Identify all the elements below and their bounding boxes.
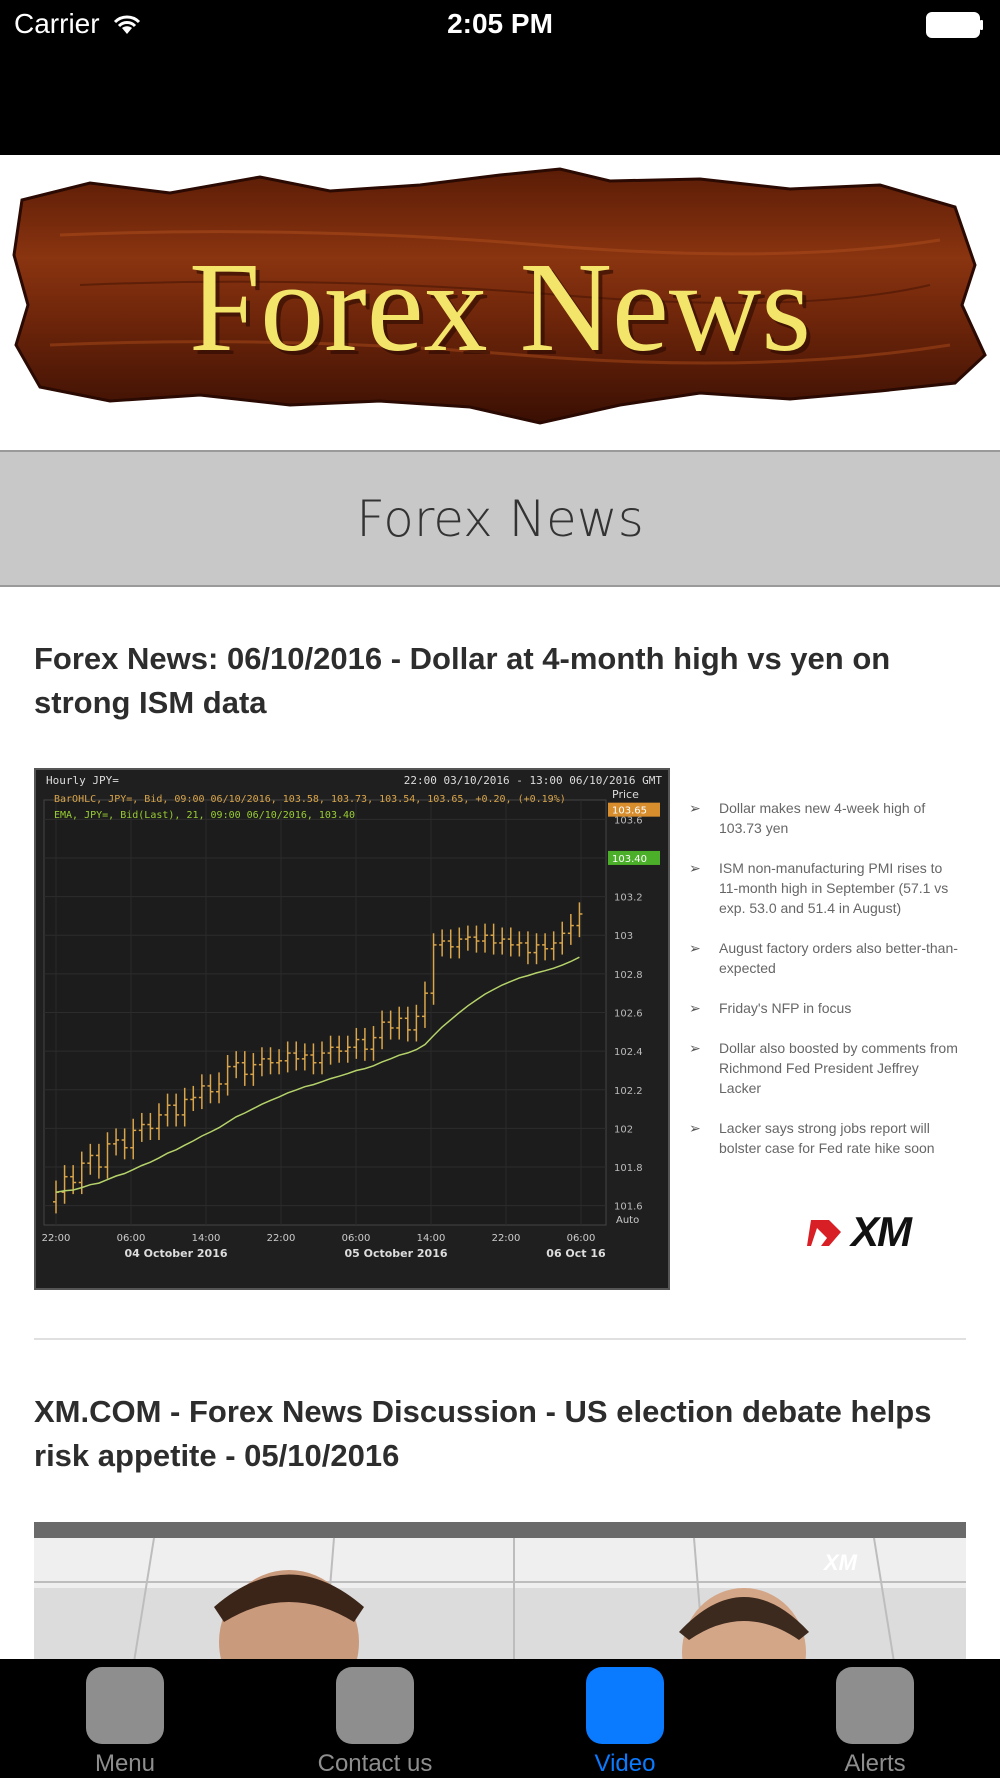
wooden-sign-logo: Forex News Forex News [12, 167, 987, 425]
y-tick-label: 103.6 [614, 815, 643, 826]
y-tick-label: 102.8 [614, 970, 643, 981]
jpy-chart-svg: 103.6103.4103.2103102.8102.6102.4102.210… [42, 788, 660, 1260]
chart-legend-ema: EMA, JPY=, Bid(Last), 21, 09:00 06/10/20… [54, 810, 356, 821]
section-header: Forex News [0, 450, 1000, 587]
bullet-item: Dollar also boosted by comments from Ric… [689, 1038, 959, 1098]
article-item[interactable]: XM.COM - Forex News Discussion - US elec… [34, 1390, 966, 1478]
chart-header-right: 22:00 03/10/2016 - 13:00 06/10/2016 GMT [403, 774, 662, 787]
tab-alerts[interactable]: Alerts [750, 1659, 1000, 1778]
article-thumbnail[interactable]: 103.6103.4103.2103102.8102.6102.4102.210… [34, 768, 966, 1290]
date-label: 05 October 2016 [344, 1247, 447, 1260]
x-tick-label: 06:00 [117, 1233, 146, 1244]
xm-mark-icon [807, 1220, 841, 1246]
banner-logo-text: Forex News [189, 236, 811, 378]
auto-scale-label: Auto [616, 1215, 639, 1226]
xm-logo: XM [807, 1208, 912, 1256]
tab-menu[interactable]: Menu [0, 1659, 250, 1778]
chart-header-left: Hourly JPY= [46, 774, 119, 787]
bullet-item: ISM non-manufacturing PMI rises to 11-mo… [689, 858, 959, 918]
y-tick-label: 102.6 [614, 1009, 643, 1020]
x-tick-label: 14:00 [417, 1233, 446, 1244]
bullet-item: Friday's NFP in focus [689, 998, 959, 1018]
alerts-icon[interactable] [836, 1667, 914, 1744]
forex-news-banner: Forex News Forex News [0, 155, 1000, 450]
y-tick-label: 103 [614, 931, 633, 942]
date-label: 06 Oct 16 [546, 1247, 606, 1260]
menu-icon[interactable] [86, 1667, 164, 1744]
y-tick-label: 101.6 [614, 1202, 643, 1213]
bullet-item: Lacker says strong jobs report will bols… [689, 1118, 959, 1158]
price-axis-label: Price [612, 788, 639, 801]
x-tick-label: 06:00 [567, 1233, 596, 1244]
date-label: 04 October 2016 [124, 1247, 227, 1260]
y-tick-label: 103.2 [614, 893, 643, 904]
y-tick-label: 102 [614, 1124, 633, 1135]
contact-icon[interactable] [336, 1667, 414, 1744]
divider [34, 1338, 966, 1340]
video-thumbnail-image: XM [34, 1522, 966, 1659]
x-tick-label: 22:00 [267, 1233, 296, 1244]
y-tick-label: 102.2 [614, 1086, 643, 1097]
svg-text:XM: XM [822, 1550, 858, 1575]
tab-label[interactable]: Contact us [318, 1750, 433, 1778]
article-title[interactable]: XM.COM - Forex News Discussion - US elec… [34, 1390, 966, 1478]
section-title: Forex News [356, 489, 644, 548]
ema-price-label: 103.40 [612, 854, 647, 865]
tab-label[interactable]: Alerts [844, 1750, 905, 1778]
x-tick-label: 06:00 [342, 1233, 371, 1244]
x-tick-label: 22:00 [42, 1233, 71, 1244]
article-item[interactable]: Forex News: 06/10/2016 - Dollar at 4-mon… [34, 637, 966, 725]
news-feed[interactable]: Forex News: 06/10/2016 - Dollar at 4-mon… [0, 587, 1000, 1659]
tab-bar: Menu Contact us Video Alerts [0, 1659, 1000, 1778]
tab-video[interactable]: Video [500, 1659, 750, 1778]
article-thumbnail[interactable]: XM [34, 1522, 966, 1659]
y-tick-label: 101.8 [614, 1163, 643, 1174]
x-tick-label: 14:00 [192, 1233, 221, 1244]
chart-legend-ohlc: BarOHLC, JPY=, Bid, 09:00 06/10/2016, 10… [54, 794, 566, 805]
xm-brand-text: XM [851, 1208, 912, 1255]
battery-icon [926, 12, 983, 38]
bullet-item: Dollar makes new 4-week high of 103.73 y… [689, 798, 959, 838]
jpy-chart: 103.6103.4103.2103102.8102.6102.4102.210… [34, 768, 670, 1290]
video-icon[interactable] [586, 1667, 664, 1744]
y-tick-label: 102.4 [614, 1047, 643, 1058]
tab-label[interactable]: Menu [95, 1750, 155, 1778]
tab-label[interactable]: Video [595, 1750, 656, 1778]
status-bar: Carrier 2:05 PM [0, 0, 1000, 155]
bullet-list: Dollar makes new 4-week high of 103.73 y… [689, 798, 959, 1178]
bullet-item: August factory orders also better-than-e… [689, 938, 959, 978]
tab-contact-us[interactable]: Contact us [250, 1659, 500, 1778]
x-tick-label: 22:00 [492, 1233, 521, 1244]
current-price-label: 103.65 [612, 806, 647, 817]
article-title[interactable]: Forex News: 06/10/2016 - Dollar at 4-mon… [34, 637, 966, 725]
status-time: 2:05 PM [447, 8, 553, 39]
